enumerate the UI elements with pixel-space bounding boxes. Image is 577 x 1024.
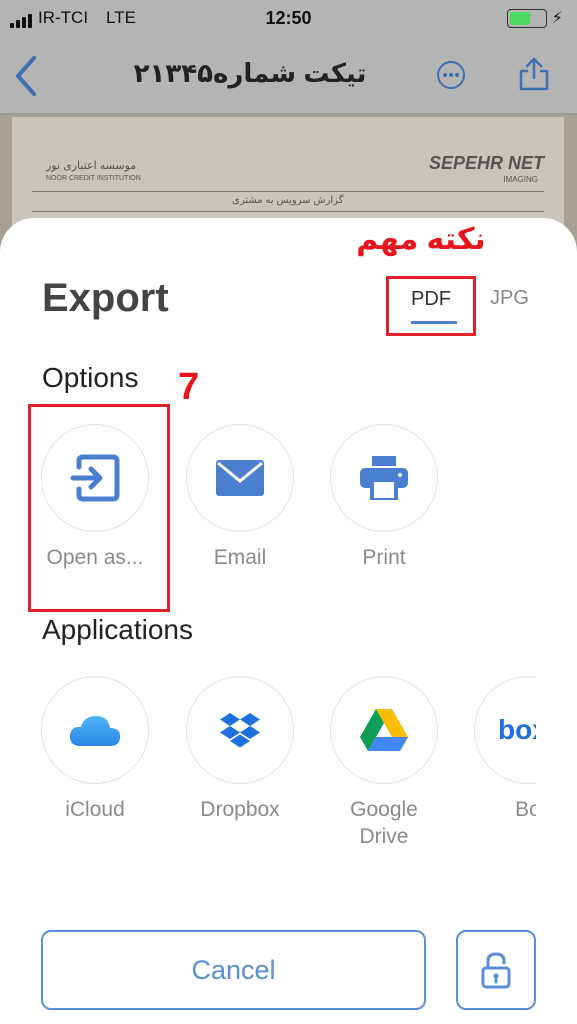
app-label: Bo (515, 798, 536, 821)
applications-row[interactable]: iCloud Dropbox Google Drive box Bo (0, 676, 536, 866)
status-bar: IR-TCI LTE 12:50 ⚡ (0, 0, 577, 36)
svg-text:box: box (498, 715, 536, 745)
annotation-step: 7 (178, 366, 200, 408)
option-print[interactable]: Print (330, 424, 438, 571)
sheet-title: Export (42, 276, 169, 320)
tab-pdf[interactable]: PDF (386, 276, 476, 336)
app-icloud[interactable]: iCloud (41, 676, 149, 823)
app-dropbox[interactable]: Dropbox (186, 676, 294, 823)
page-title: تیکت شماره۲۱۳۴۵ (133, 58, 367, 88)
app-label: Google Drive (350, 798, 418, 849)
tab-selected-indicator (411, 321, 457, 324)
app-google-drive[interactable]: Google Drive (330, 676, 438, 851)
nav-bar: تیکت شماره۲۱۳۴۵ (0, 36, 577, 114)
more-icon (437, 61, 465, 89)
box-icon: box (498, 715, 536, 745)
lock-button[interactable] (456, 930, 536, 1010)
printer-icon (360, 456, 408, 500)
cancel-button[interactable]: Cancel (41, 930, 426, 1010)
clock: 12:50 (265, 8, 312, 28)
tab-pdf-label: PDF (411, 288, 451, 310)
app-box[interactable]: box Bo (474, 676, 536, 823)
document-brand-secondary: موسسه اعتباری نور (46, 160, 137, 172)
tab-jpg[interactable]: JPG (490, 287, 529, 310)
share-icon (519, 57, 549, 91)
app-label: iCloud (65, 798, 125, 821)
option-email[interactable]: Email (186, 424, 294, 571)
icloud-icon (69, 716, 121, 746)
document-header: گزارش سرویس به مشتری (232, 195, 344, 206)
dropbox-icon (220, 713, 260, 748)
option-label: Email (213, 546, 267, 569)
more-button[interactable] (436, 60, 466, 95)
applications-heading: Applications (42, 614, 193, 645)
charging-icon: ⚡ (551, 10, 563, 27)
options-heading: Options (42, 362, 139, 393)
app-label: Dropbox (200, 798, 280, 821)
lock-icon (481, 952, 511, 989)
document-brand: SEPEHR NET (428, 153, 544, 173)
battery-icon (507, 9, 547, 28)
envelope-icon (216, 460, 264, 496)
annotation-note: نکته مهم (356, 223, 486, 256)
option-label: Print (362, 546, 406, 569)
share-button[interactable] (517, 56, 551, 97)
annotation-highlight (28, 404, 170, 612)
google-drive-icon (360, 709, 408, 751)
